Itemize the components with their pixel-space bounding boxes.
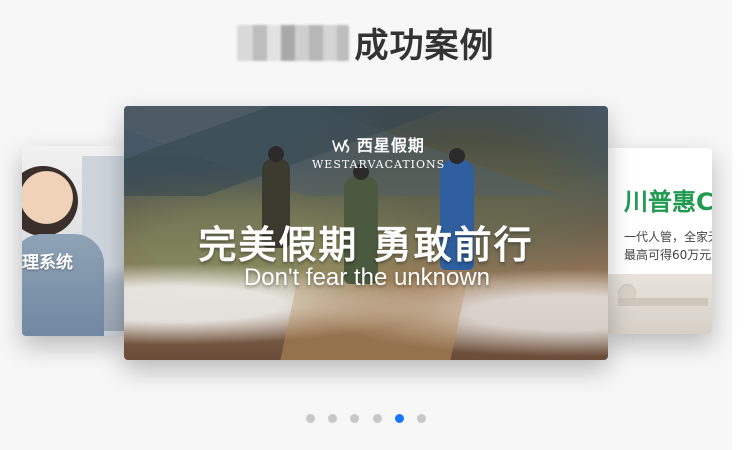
carousel-slide-left[interactable]: 理系统: [22, 146, 128, 336]
right-slide-line-1: 一代人管，全家无: [624, 230, 712, 244]
brand-name: 西星假期: [356, 136, 425, 155]
left-slide-caption: 理系统: [22, 253, 73, 273]
section-title-text: 成功案例: [354, 26, 495, 66]
hiker-head: [268, 146, 284, 162]
main-slide-brand: 西星假期 WESTARVACATIONS: [312, 132, 445, 171]
brand-tagline: WESTARVACATIONS: [312, 158, 446, 171]
pagination-dot[interactable]: [372, 414, 382, 423]
hiker-head: [449, 148, 465, 164]
pagination-dot-active[interactable]: [394, 414, 404, 423]
pagination-dot[interactable]: [328, 414, 338, 423]
pagination-dot[interactable]: [350, 414, 360, 423]
main-slide-subheadline: Don't fear the unknown: [243, 264, 491, 291]
left-slide-person-head: [22, 166, 78, 236]
carousel-slide-right[interactable]: 川普惠C 一代人管，全家无 最高可得60万元互: [606, 148, 712, 334]
page-right-margin: [732, 0, 749, 450]
section-title: 成功案例: [0, 18, 732, 67]
pagination-dot[interactable]: [416, 414, 426, 423]
right-slide-table: [618, 298, 708, 306]
carousel-pagination: [0, 408, 732, 427]
right-slide-title: 川普惠C: [624, 188, 712, 216]
obscured-company-name: [237, 24, 350, 61]
pagination-dot[interactable]: [306, 414, 316, 423]
brand-logo-icon: [332, 139, 350, 153]
carousel-slide-main[interactable]: 西星假期 WESTARVACATIONS 完美假期 勇敢前行 Don't fea…: [124, 106, 608, 360]
main-slide-headline: 完美假期 勇敢前行: [198, 222, 534, 267]
right-slide-line-2: 最高可得60万元互: [624, 248, 712, 262]
